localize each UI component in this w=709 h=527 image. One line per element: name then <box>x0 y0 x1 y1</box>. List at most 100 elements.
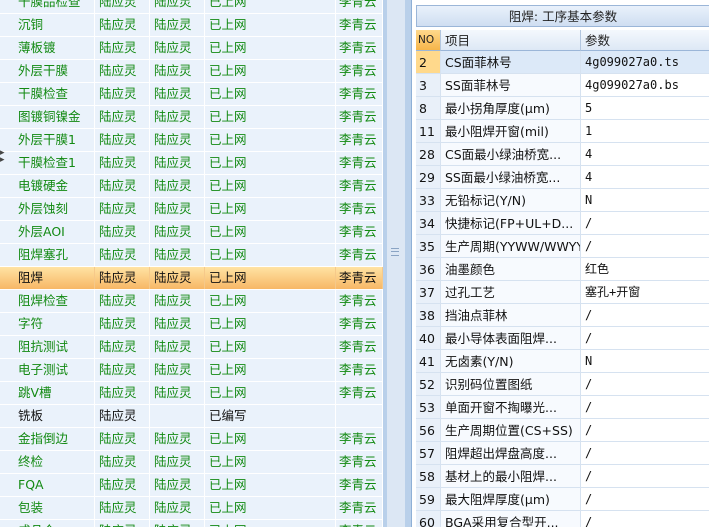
param-no-cell: 57 <box>416 442 441 465</box>
process-row[interactable]: 外层干膜 陆应灵 陆应灵 已上网 李青云 <box>0 60 383 83</box>
maker-cell: 陆应灵 <box>95 60 150 82</box>
process-name-cell: 图镀铜镍金 <box>0 106 95 128</box>
process-row[interactable]: 薄板镀 陆应灵 陆应灵 已上网 李青云 <box>0 37 383 60</box>
process-row[interactable]: 阻焊 陆应灵 陆应灵 已上网 李青云 <box>0 267 383 290</box>
param-value-cell[interactable]: / <box>581 419 709 442</box>
param-item-cell: SS面菲林号 <box>441 74 581 97</box>
param-item-cell: 识别码位置图纸 <box>441 373 581 396</box>
param-value-cell[interactable]: / <box>581 212 709 235</box>
param-row[interactable]: 38 挡油点菲林 / <box>416 304 709 327</box>
param-no-cell: 40 <box>416 327 441 350</box>
process-name-cell: 外层干膜1 <box>0 129 95 151</box>
process-row[interactable]: 外层蚀刻 陆应灵 陆应灵 已上网 李青云 <box>0 198 383 221</box>
param-row[interactable]: 36 油墨颜色 红色 <box>416 258 709 281</box>
process-row[interactable]: 外层干膜1 陆应灵 陆应灵 已上网 李青云 <box>0 129 383 152</box>
param-value-cell[interactable]: / <box>581 327 709 350</box>
param-item-cell: 无卤素(Y/N) <box>441 350 581 373</box>
process-row[interactable]: 阻焊检查 陆应灵 陆应灵 已上网 李青云 <box>0 290 383 313</box>
param-item-cell: SS面最小绿油桥宽... <box>441 166 581 189</box>
param-row[interactable]: 34 快捷标记(FP+UL+D... / <box>416 212 709 235</box>
maker-cell: 陆应灵 <box>95 336 150 358</box>
param-row[interactable]: 60 BGA采用复合型开... / <box>416 511 709 527</box>
param-row[interactable]: 56 生产周期位置(CS+SS) / <box>416 419 709 442</box>
param-row[interactable]: 3 SS面菲林号 4g099027a0.bs <box>416 74 709 97</box>
process-row[interactable]: 干膜检查1 陆应灵 陆应灵 已上网 李青云 <box>0 152 383 175</box>
column-header-value[interactable]: 参数 <box>581 30 709 51</box>
param-row[interactable]: 29 SS面最小绿油桥宽... 4 <box>416 166 709 189</box>
param-row[interactable]: 57 阻焊超出焊盘高度... / <box>416 442 709 465</box>
process-name-cell: 字符 <box>0 313 95 335</box>
param-value-cell[interactable]: / <box>581 373 709 396</box>
param-row[interactable]: 35 生产周期(YYWW/WWYY) / <box>416 235 709 258</box>
checker-cell: 陆应灵 <box>150 428 205 450</box>
param-value-cell[interactable]: 红色 <box>581 258 709 281</box>
maker-cell: 陆应灵 <box>95 198 150 220</box>
param-value-cell[interactable]: 4 <box>581 166 709 189</box>
process-row[interactable]: 阻焊塞孔 陆应灵 陆应灵 已上网 李青云 <box>0 244 383 267</box>
param-value-cell[interactable]: / <box>581 488 709 511</box>
user-cell: 李青云 <box>336 37 383 59</box>
process-row[interactable]: 外层AOI 陆应灵 陆应灵 已上网 李青云 <box>0 221 383 244</box>
param-no-cell: 2 <box>416 51 441 74</box>
process-row[interactable]: 终检 陆应灵 陆应灵 已上网 李青云 <box>0 451 383 474</box>
process-row[interactable]: 干膜检查 陆应灵 陆应灵 已上网 李青云 <box>0 83 383 106</box>
param-item-cell: CS面最小绿油桥宽... <box>441 143 581 166</box>
process-row[interactable]: 干膜品检查 陆应灵 陆应灵 已上网 李青云 <box>0 0 383 14</box>
status-cell: 已上网 <box>205 428 336 450</box>
process-name-cell: 薄板镀 <box>0 37 95 59</box>
param-panel: 阻焊: 工序基本参数 NO 项目 参数 2 CS面菲林号 4g099027a0.ts… <box>411 0 709 527</box>
status-cell: 已上网 <box>205 221 336 243</box>
param-row[interactable]: 8 最小拐角厚度(μm) 5 <box>416 97 709 120</box>
maker-cell: 陆应灵 <box>95 106 150 128</box>
param-row[interactable]: 58 基材上的最小阻焊... / <box>416 465 709 488</box>
param-item-cell: 挡油点菲林 <box>441 304 581 327</box>
param-item-cell: 生产周期(YYWW/WWYY) <box>441 235 581 258</box>
param-row[interactable]: 40 最小导体表面阻焊... / <box>416 327 709 350</box>
param-value-cell[interactable]: N <box>581 189 709 212</box>
param-row[interactable]: 28 CS面最小绿油桥宽... 4 <box>416 143 709 166</box>
param-value-cell[interactable]: / <box>581 465 709 488</box>
process-row[interactable]: 电子测试 陆应灵 陆应灵 已上网 李青云 <box>0 359 383 382</box>
param-value-cell[interactable]: 4 <box>581 143 709 166</box>
param-value-cell[interactable]: 塞孔+开窗 <box>581 281 709 304</box>
param-value-cell[interactable]: / <box>581 235 709 258</box>
param-row[interactable]: 59 最大阻焊厚度(μm) / <box>416 488 709 511</box>
process-row[interactable]: 铣板 陆应灵 已编写 <box>0 405 383 428</box>
param-value-cell[interactable]: / <box>581 442 709 465</box>
process-name-cell: 跳V槽 <box>0 382 95 404</box>
param-row[interactable]: 41 无卤素(Y/N) N <box>416 350 709 373</box>
param-row[interactable]: 53 单面开窗不掏曝光... / <box>416 396 709 419</box>
param-row[interactable]: 37 过孔工艺 塞孔+开窗 <box>416 281 709 304</box>
process-row[interactable]: 成品仓陆应灵陆应灵已上网李青云 <box>0 520 383 527</box>
process-row[interactable]: 包装 陆应灵 陆应灵 已上网 李青云 <box>0 497 383 520</box>
param-row[interactable]: 11 最小阻焊开窗(mil) 1 <box>416 120 709 143</box>
param-row[interactable]: 33 无铅标记(Y/N) N <box>416 189 709 212</box>
param-value-cell[interactable]: 5 <box>581 97 709 120</box>
param-row[interactable]: 52 识别码位置图纸 / <box>416 373 709 396</box>
maker-cell: 陆应灵 <box>95 382 150 404</box>
param-value-cell[interactable]: N <box>581 350 709 373</box>
param-value-cell[interactable]: 4g099027a0.bs <box>581 74 709 97</box>
param-value-cell[interactable]: / <box>581 396 709 419</box>
status-cell: 已上网 <box>205 520 336 527</box>
process-row[interactable]: 图镀铜镍金 陆应灵 陆应灵 已上网 李青云 <box>0 106 383 129</box>
param-value-cell[interactable]: / <box>581 304 709 327</box>
column-header-item[interactable]: 项目 <box>441 30 581 51</box>
process-row[interactable]: 电镀硬金 陆应灵 陆应灵 已上网 李青云 <box>0 175 383 198</box>
param-value-cell[interactable]: 1 <box>581 120 709 143</box>
process-row[interactable]: FQA 陆应灵 陆应灵 已上网 李青云 <box>0 474 383 497</box>
column-header-no[interactable]: NO <box>416 30 441 51</box>
param-row[interactable]: 2 CS面菲林号 4g099027a0.ts <box>416 51 709 74</box>
process-row[interactable]: 沉铜 陆应灵 陆应灵 已上网 李青云 <box>0 14 383 37</box>
param-value-cell[interactable]: 4g099027a0.ts <box>581 51 709 74</box>
checker-cell: 陆应灵 <box>150 244 205 266</box>
maker-cell: 陆应灵 <box>95 405 150 427</box>
process-row[interactable]: 阻抗测试 陆应灵 陆应灵 已上网 李青云 <box>0 336 383 359</box>
param-value-cell[interactable]: / <box>581 511 709 527</box>
process-row[interactable]: 字符 陆应灵 陆应灵 已上网 李青云 <box>0 313 383 336</box>
process-row[interactable]: 金指倒边 陆应灵 陆应灵 已上网 李青云 <box>0 428 383 451</box>
process-row[interactable]: 跳V槽 陆应灵 陆应灵 已上网 李青云 <box>0 382 383 405</box>
panel-splitter[interactable] <box>387 0 405 527</box>
status-cell: 已上网 <box>205 267 336 289</box>
param-no-cell: 41 <box>416 350 441 373</box>
